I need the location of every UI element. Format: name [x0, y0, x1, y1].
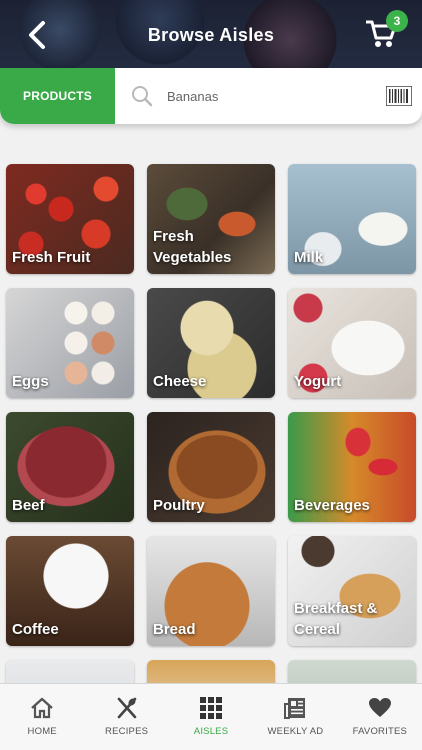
aisle-label: Yogurt: [294, 373, 342, 390]
tab-label: FAVORITES: [352, 726, 408, 737]
aisle-label: Poultry: [153, 497, 205, 514]
aisle-label: Beverages: [294, 497, 370, 514]
header: Browse Aisles 3: [0, 0, 422, 70]
tab-label: WEEKLY AD: [267, 726, 324, 737]
tab-aisles[interactable]: AISLES: [169, 684, 253, 750]
tab-bar: HOME RECIPES AISLES WEEKLY AD FAVORITES: [0, 683, 422, 750]
aisle-tile-eggs[interactable]: Eggs: [6, 288, 134, 398]
aisle-label: Milk: [294, 249, 324, 266]
search-icon: [132, 86, 153, 107]
aisle-label: Fresh Vegetables: [153, 228, 232, 266]
newspaper-icon: [284, 698, 306, 719]
aisle-label: Breakfast & Cereal: [294, 600, 378, 638]
tab-weekly-ad[interactable]: WEEKLY AD: [253, 684, 337, 750]
search-mode-button[interactable]: PRODUCTS: [0, 68, 115, 124]
aisle-tile-milk[interactable]: Milk: [288, 164, 416, 274]
search-bar: PRODUCTS: [0, 68, 422, 124]
tab-label: HOME: [27, 726, 57, 737]
cart-count-badge: 3: [386, 10, 408, 32]
heart-icon: [368, 698, 391, 717]
tab-label: RECIPES: [105, 726, 149, 737]
aisle-tile-poultry[interactable]: Poultry: [147, 412, 275, 522]
tab-home[interactable]: HOME: [0, 684, 84, 750]
aisle-tile-fresh-vegetables[interactable]: Fresh Vegetables: [147, 164, 275, 274]
aisle-label: Fresh Fruit: [12, 249, 91, 266]
aisle-label: Cheese: [153, 373, 207, 390]
aisle-label: Eggs: [12, 373, 49, 390]
aisle-tile-coffee[interactable]: Coffee: [6, 536, 134, 646]
barcode-scan-icon[interactable]: [386, 86, 412, 106]
utensils-icon: [117, 697, 136, 719]
aisle-label: Beef: [12, 497, 45, 514]
aisle-tile-yogurt[interactable]: Yogurt: [288, 288, 416, 398]
home-icon: [31, 697, 54, 719]
aisle-label: Bread: [153, 621, 196, 638]
tab-favorites[interactable]: FAVORITES: [338, 684, 422, 750]
tab-label: AISLES: [193, 726, 229, 737]
tab-recipes[interactable]: RECIPES: [84, 684, 168, 750]
aisle-tile-fresh-fruit[interactable]: Fresh Fruit: [6, 164, 134, 274]
aisle-tile-beef[interactable]: Beef: [6, 412, 134, 522]
aisle-tile-beverages[interactable]: Beverages: [288, 412, 416, 522]
page-title: Browse Aisles: [147, 25, 275, 45]
aisle-tile-cheese[interactable]: Cheese: [147, 288, 275, 398]
search-input[interactable]: [167, 88, 367, 104]
aisle-tile-bread[interactable]: Bread: [147, 536, 275, 646]
grid-icon: [200, 697, 223, 719]
aisle-tile-breakfast-cereal[interactable]: Breakfast & Cereal: [288, 536, 416, 646]
aisle-label: Coffee: [12, 621, 59, 638]
